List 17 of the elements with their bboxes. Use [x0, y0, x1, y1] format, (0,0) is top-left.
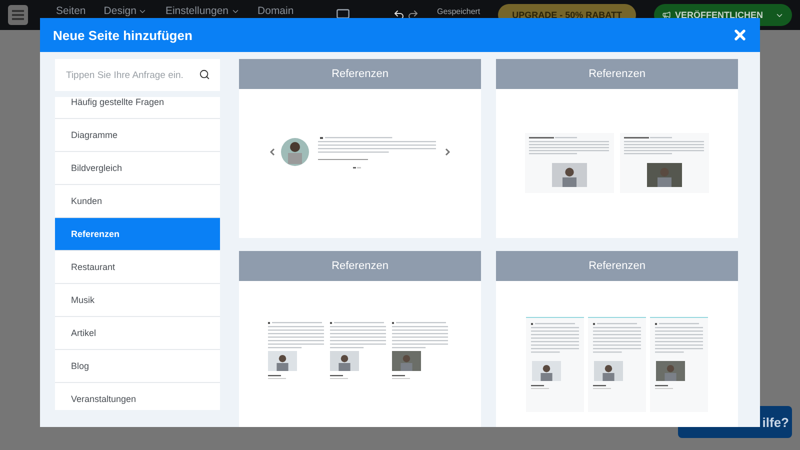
nav-link[interactable]: Seiten	[56, 5, 86, 17]
category-item[interactable]: Referenzen	[55, 218, 220, 251]
card-title: Referenzen	[239, 59, 481, 89]
close-icon[interactable]	[732, 27, 748, 43]
category-item[interactable]: Häufig gestellte Fragen	[55, 97, 220, 119]
card-title: Referenzen	[496, 251, 738, 281]
search-icon	[199, 69, 210, 80]
nav-link[interactable]: Design	[104, 5, 148, 17]
save-status: Gespeichert	[437, 7, 480, 16]
nav-link[interactable]: Domain	[258, 5, 294, 17]
card-title: Referenzen	[496, 59, 738, 89]
card-title: Referenzen	[239, 251, 481, 281]
menu-icon[interactable]	[8, 5, 28, 25]
search-field[interactable]: Tippen Sie Ihre Anfrage ein.	[55, 59, 220, 91]
nav-link[interactable]: Einstellungen	[165, 5, 240, 17]
dialog-title: Neue Seite hinzufügen	[53, 28, 192, 42]
megaphone-icon	[662, 10, 671, 20]
